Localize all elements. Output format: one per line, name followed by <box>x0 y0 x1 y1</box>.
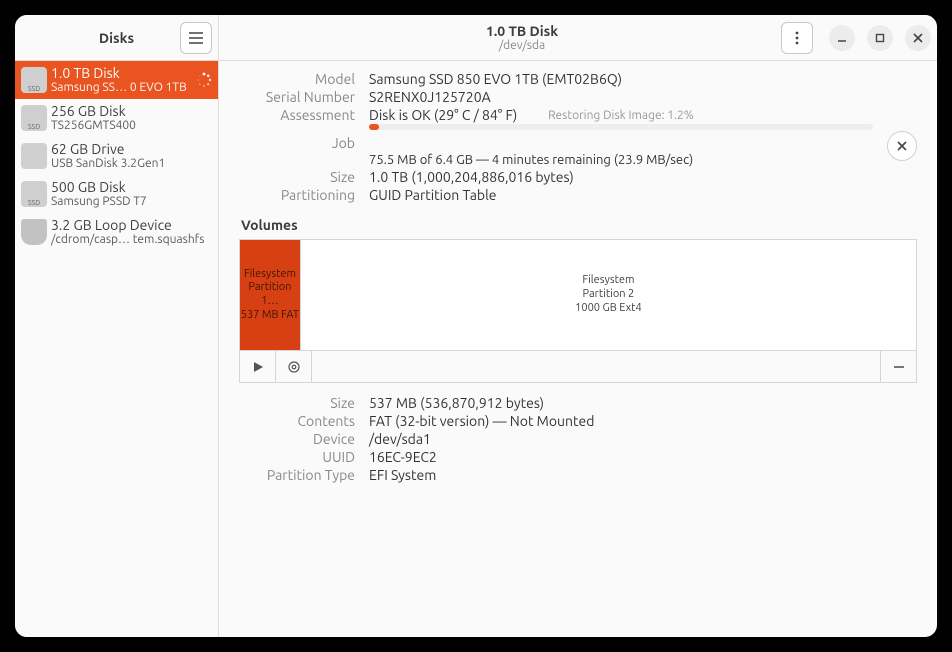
disk-item-title: 1.0 TB Disk <box>51 65 192 81</box>
disk-item-title: 500 GB Disk <box>51 179 212 195</box>
volume-settings-button[interactable] <box>276 351 312 382</box>
content: Model Samsung SSD 850 EVO 1TB (EMT02B6Q)… <box>219 61 937 637</box>
cancel-icon <box>897 141 907 151</box>
maximize-button[interactable] <box>867 25 893 51</box>
label-vol-device: Device <box>239 431 355 447</box>
ssd-drive-icon: SSD <box>21 67 47 93</box>
mount-button[interactable] <box>240 351 276 382</box>
app-menu-button[interactable] <box>180 22 212 54</box>
cancel-job-button[interactable] <box>887 131 917 161</box>
value-size: 1.0 TB (1,000,204,886,016 bytes) <box>369 169 917 185</box>
ssd-drive-icon: SSD <box>21 105 47 131</box>
minus-icon <box>893 361 905 373</box>
disk-item-text: 256 GB DiskTS256GMTS400 <box>51 103 212 133</box>
label-job: Job <box>239 125 355 151</box>
volume-title: Filesystem <box>244 268 296 282</box>
loop-drive-icon <box>21 219 47 245</box>
job-progressbar-fill <box>369 124 379 130</box>
value-vol-uuid: 16EC-9EC2 <box>369 449 917 465</box>
sidebar-title: Disks <box>99 30 134 46</box>
ssd-drive-icon: SSD <box>21 181 47 207</box>
value-vol-size: 537 MB (536,870,912 bytes) <box>369 395 917 411</box>
title-center: 1.0 TB Disk /dev/sda <box>263 23 781 53</box>
disk-list-item[interactable]: 62 GB DriveUSB SanDisk 3.2Gen1 <box>15 137 218 175</box>
usb-drive-icon <box>21 143 47 169</box>
titlebar: 1.0 TB Disk /dev/sda <box>219 15 937 61</box>
disk-item-subtitle: Samsung SS… 0 EVO 1TB <box>51 81 192 95</box>
job-progressbar <box>369 124 873 130</box>
job-status: 75.5 MB of 6.4 GB — 4 minutes remaining … <box>369 153 873 167</box>
value-model: Samsung SSD 850 EVO 1TB (EMT02B6Q) <box>369 71 917 87</box>
volume-size-label: 537 MB FAT <box>241 309 299 323</box>
window-subtitle: /dev/sda <box>263 39 781 53</box>
label-vol-ptype: Partition Type <box>239 467 355 483</box>
disk-list-item[interactable]: SSD500 GB DiskSamsung PSSD T7 <box>15 175 218 213</box>
disk-info: Model Samsung SSD 850 EVO 1TB (EMT02B6Q)… <box>239 71 917 203</box>
close-button[interactable] <box>905 25 931 51</box>
minimize-icon <box>837 33 847 43</box>
disk-item-title: 3.2 GB Loop Device <box>51 217 212 233</box>
disk-list-item[interactable]: SSD1.0 TB DiskSamsung SS… 0 EVO 1TB <box>15 61 218 99</box>
label-vol-uuid: UUID <box>239 449 355 465</box>
disk-item-text: 1.0 TB DiskSamsung SS… 0 EVO 1TB <box>51 65 192 95</box>
label-size: Size <box>239 169 355 185</box>
gear-icon <box>287 360 301 374</box>
value-vol-contents: FAT (32-bit version) — Not Mounted <box>369 413 917 429</box>
volume-title: Filesystem <box>582 274 634 288</box>
hamburger-icon <box>189 32 203 44</box>
job-caption: Restoring Disk Image: 1.2% <box>369 109 873 122</box>
maximize-icon <box>875 33 885 43</box>
play-icon <box>252 361 264 373</box>
label-vol-contents: Contents <box>239 413 355 429</box>
label-partitioning: Partitioning <box>239 187 355 203</box>
volumes-box: FilesystemPartition 1…537 MB FATFilesyst… <box>239 239 917 351</box>
disk-item-subtitle: USB SanDisk 3.2Gen1 <box>51 157 212 171</box>
label-model: Model <box>239 71 355 87</box>
drive-menu-button[interactable] <box>781 22 813 54</box>
minimize-button[interactable] <box>829 25 855 51</box>
value-partitioning: GUID Partition Table <box>369 187 917 203</box>
disk-list-item[interactable]: 3.2 GB Loop Device/cdrom/casp… tem.squas… <box>15 213 218 251</box>
close-icon <box>913 33 923 43</box>
disk-item-text: 500 GB DiskSamsung PSSD T7 <box>51 179 212 209</box>
label-assessment: Assessment <box>239 107 355 123</box>
value-vol-device: /dev/sda1 <box>369 431 917 447</box>
value-vol-ptype: EFI System <box>369 467 917 483</box>
volume-partition-label: Partition 2 <box>583 288 635 302</box>
disk-item-subtitle: Samsung PSSD T7 <box>51 195 212 209</box>
disk-list-item[interactable]: SSD256 GB DiskTS256GMTS400 <box>15 99 218 137</box>
disk-list: SSD1.0 TB DiskSamsung SS… 0 EVO 1TBSSD25… <box>15 61 218 637</box>
sidebar-header: Disks <box>15 15 218 61</box>
volume-size-label: 1000 GB Ext4 <box>575 302 642 316</box>
value-serial: S2RENX0J125720A <box>369 89 917 105</box>
volumes-toolbar <box>239 351 917 383</box>
disk-item-text: 62 GB DriveUSB SanDisk 3.2Gen1 <box>51 141 212 171</box>
busy-spinner-icon <box>196 72 212 88</box>
disk-item-text: 3.2 GB Loop Device/cdrom/casp… tem.squas… <box>51 217 212 247</box>
disk-item-title: 62 GB Drive <box>51 141 212 157</box>
job-progress: Restoring Disk Image: 1.2% <box>369 125 873 130</box>
disk-item-subtitle: TS256GMTS400 <box>51 119 212 133</box>
volumes-heading: Volumes <box>241 217 917 233</box>
label-vol-size: Size <box>239 395 355 411</box>
titlebar-actions <box>781 22 931 54</box>
disk-item-subtitle: /cdrom/casp… tem.squashfs <box>51 233 212 247</box>
main-pane: 1.0 TB Disk /dev/sda <box>219 15 937 637</box>
volume-partition-label: Partition 1… <box>240 281 300 309</box>
disk-item-title: 256 GB Disk <box>51 103 212 119</box>
volume-partition[interactable]: FilesystemPartition 21000 GB Ext4 <box>301 240 916 350</box>
volume-partition[interactable]: FilesystemPartition 1…537 MB FAT <box>240 240 301 350</box>
toolbar-spacer <box>312 351 880 382</box>
volume-details: Size 537 MB (536,870,912 bytes) Contents… <box>239 395 917 483</box>
delete-partition-button[interactable] <box>880 351 916 382</box>
window-title: 1.0 TB Disk <box>263 23 781 39</box>
app-window: Disks SSD1.0 TB DiskSamsung SS… 0 EVO 1T… <box>15 15 937 637</box>
label-serial: Serial Number <box>239 89 355 105</box>
kebab-icon <box>795 31 799 45</box>
sidebar: Disks SSD1.0 TB DiskSamsung SS… 0 EVO 1T… <box>15 15 219 637</box>
